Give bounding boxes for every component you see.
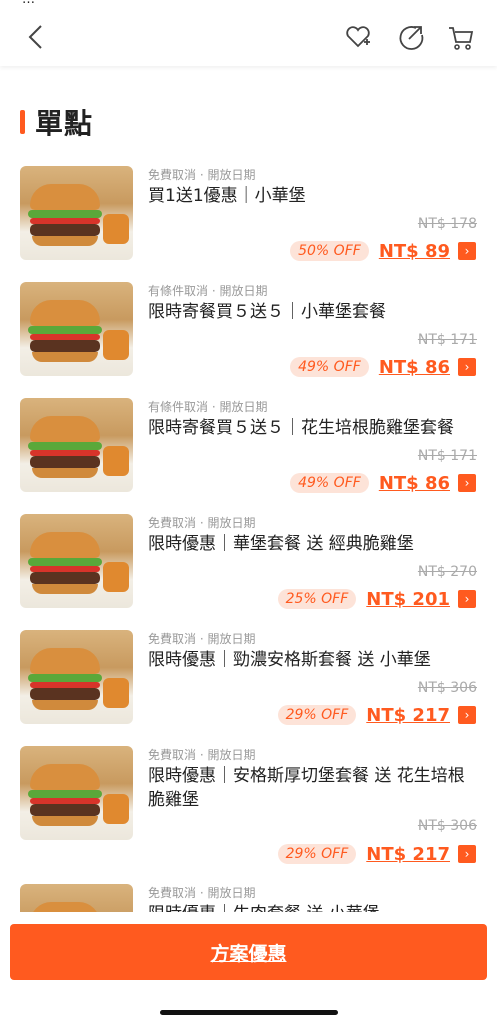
item-price[interactable]: NT$ 217 [366, 844, 450, 865]
item-name: 限時優惠｜華堡套餐 送 經典脆雞堡 [148, 534, 414, 554]
chevron-right-icon[interactable]: › [458, 590, 476, 608]
top-navigation-bar: … [0, 0, 497, 66]
item-price[interactable]: NT$ 86 [379, 357, 450, 378]
list-item[interactable]: 有條件取消 · 開放日期 限時寄餐買５送５｜花生培根脆雞堡套餐 NT$ 171 … [0, 390, 497, 506]
section-header: 單點 [20, 104, 93, 140]
discount-badge: 50% OFF [290, 241, 369, 261]
list-item[interactable]: 免費取消 · 開放日期 限時優惠｜安格斯厚切堡套餐 送 花生培根脆雞堡 NT$ … [0, 738, 497, 876]
item-price[interactable]: NT$ 89 [379, 241, 450, 262]
list-item[interactable]: 有條件取消 · 開放日期 限時寄餐買５送５｜小華堡套餐 NT$ 171 49% … [0, 274, 497, 390]
discount-badge: 29% OFF [277, 844, 357, 864]
list-item[interactable]: 免費取消 · 開放日期 買1送1優惠｜小華堡 NT$ 178 50% OFF N… [0, 158, 497, 274]
home-indicator [160, 1010, 338, 1015]
item-name: 限時寄餐買５送５｜小華堡套餐 [148, 302, 386, 322]
section-accent-bar [20, 110, 25, 134]
discount-badge: 29% OFF [277, 705, 357, 725]
chevron-right-icon[interactable]: › [458, 242, 476, 260]
bottom-action-bar: 方案優惠 [0, 912, 497, 1024]
item-name: 買1送1優惠｜小華堡 [148, 186, 306, 206]
product-thumbnail [20, 282, 133, 376]
price-row: 29% OFF NT$ 217 › [277, 842, 476, 866]
item-original-price: NT$ 306 [417, 680, 477, 696]
chevron-right-icon[interactable]: › [458, 358, 476, 376]
share-icon[interactable] [396, 22, 426, 52]
item-price[interactable]: NT$ 201 [366, 589, 450, 610]
item-original-price: NT$ 306 [417, 818, 477, 834]
product-thumbnail [20, 398, 133, 492]
item-price[interactable]: NT$ 217 [366, 705, 450, 726]
chevron-right-icon[interactable]: › [458, 474, 476, 492]
price-row: 29% OFF NT$ 217 › [277, 703, 476, 727]
item-price[interactable]: NT$ 86 [379, 473, 450, 494]
discount-badge: 25% OFF [277, 589, 357, 609]
price-row: 49% OFF NT$ 86 › [290, 355, 476, 379]
price-row: 49% OFF NT$ 86 › [290, 471, 476, 495]
item-name: 限時優惠｜勁濃安格斯套餐 送 小華堡 [148, 650, 431, 670]
item-meta: 免費取消 · 開放日期 [148, 168, 256, 182]
item-meta: 有條件取消 · 開放日期 [148, 284, 268, 298]
item-meta: 免費取消 · 開放日期 [148, 886, 256, 900]
plan-offers-button[interactable]: 方案優惠 [10, 924, 487, 980]
cart-icon[interactable] [446, 22, 476, 52]
item-meta: 免費取消 · 開放日期 [148, 516, 256, 530]
product-thumbnail [20, 166, 133, 260]
item-meta: 有條件取消 · 開放日期 [148, 400, 268, 414]
back-icon[interactable] [22, 22, 52, 52]
chevron-right-icon[interactable]: › [458, 845, 476, 863]
product-thumbnail [20, 746, 133, 840]
item-original-price: NT$ 171 [417, 448, 477, 464]
item-original-price: NT$ 270 [417, 564, 477, 580]
section-title: 單點 [35, 107, 94, 140]
price-row: 50% OFF NT$ 89 › [290, 239, 476, 263]
list-item[interactable]: 免費取消 · 開放日期 限時優惠｜勁濃安格斯套餐 送 小華堡 NT$ 306 2… [0, 622, 497, 738]
item-meta: 免費取消 · 開放日期 [148, 632, 256, 646]
item-original-price: NT$ 171 [417, 332, 477, 348]
item-name: 限時優惠｜安格斯厚切堡套餐 送 花生培根脆雞堡 [148, 766, 465, 810]
list-item[interactable]: 免費取消 · 開放日期 限時優惠｜華堡套餐 送 經典脆雞堡 NT$ 270 25… [0, 506, 497, 622]
price-row: 25% OFF NT$ 201 › [277, 587, 476, 611]
discount-badge: 49% OFF [290, 473, 369, 493]
favorite-add-icon[interactable] [343, 22, 373, 52]
discount-badge: 49% OFF [290, 357, 369, 377]
product-thumbnail [20, 514, 133, 608]
status-bar-clipped: … [22, 0, 35, 7]
item-original-price: NT$ 178 [417, 216, 477, 232]
item-name: 限時寄餐買５送５｜花生培根脆雞堡套餐 [148, 418, 454, 438]
item-meta: 免費取消 · 開放日期 [148, 748, 256, 762]
product-thumbnail [20, 630, 133, 724]
chevron-right-icon[interactable]: › [458, 706, 476, 724]
